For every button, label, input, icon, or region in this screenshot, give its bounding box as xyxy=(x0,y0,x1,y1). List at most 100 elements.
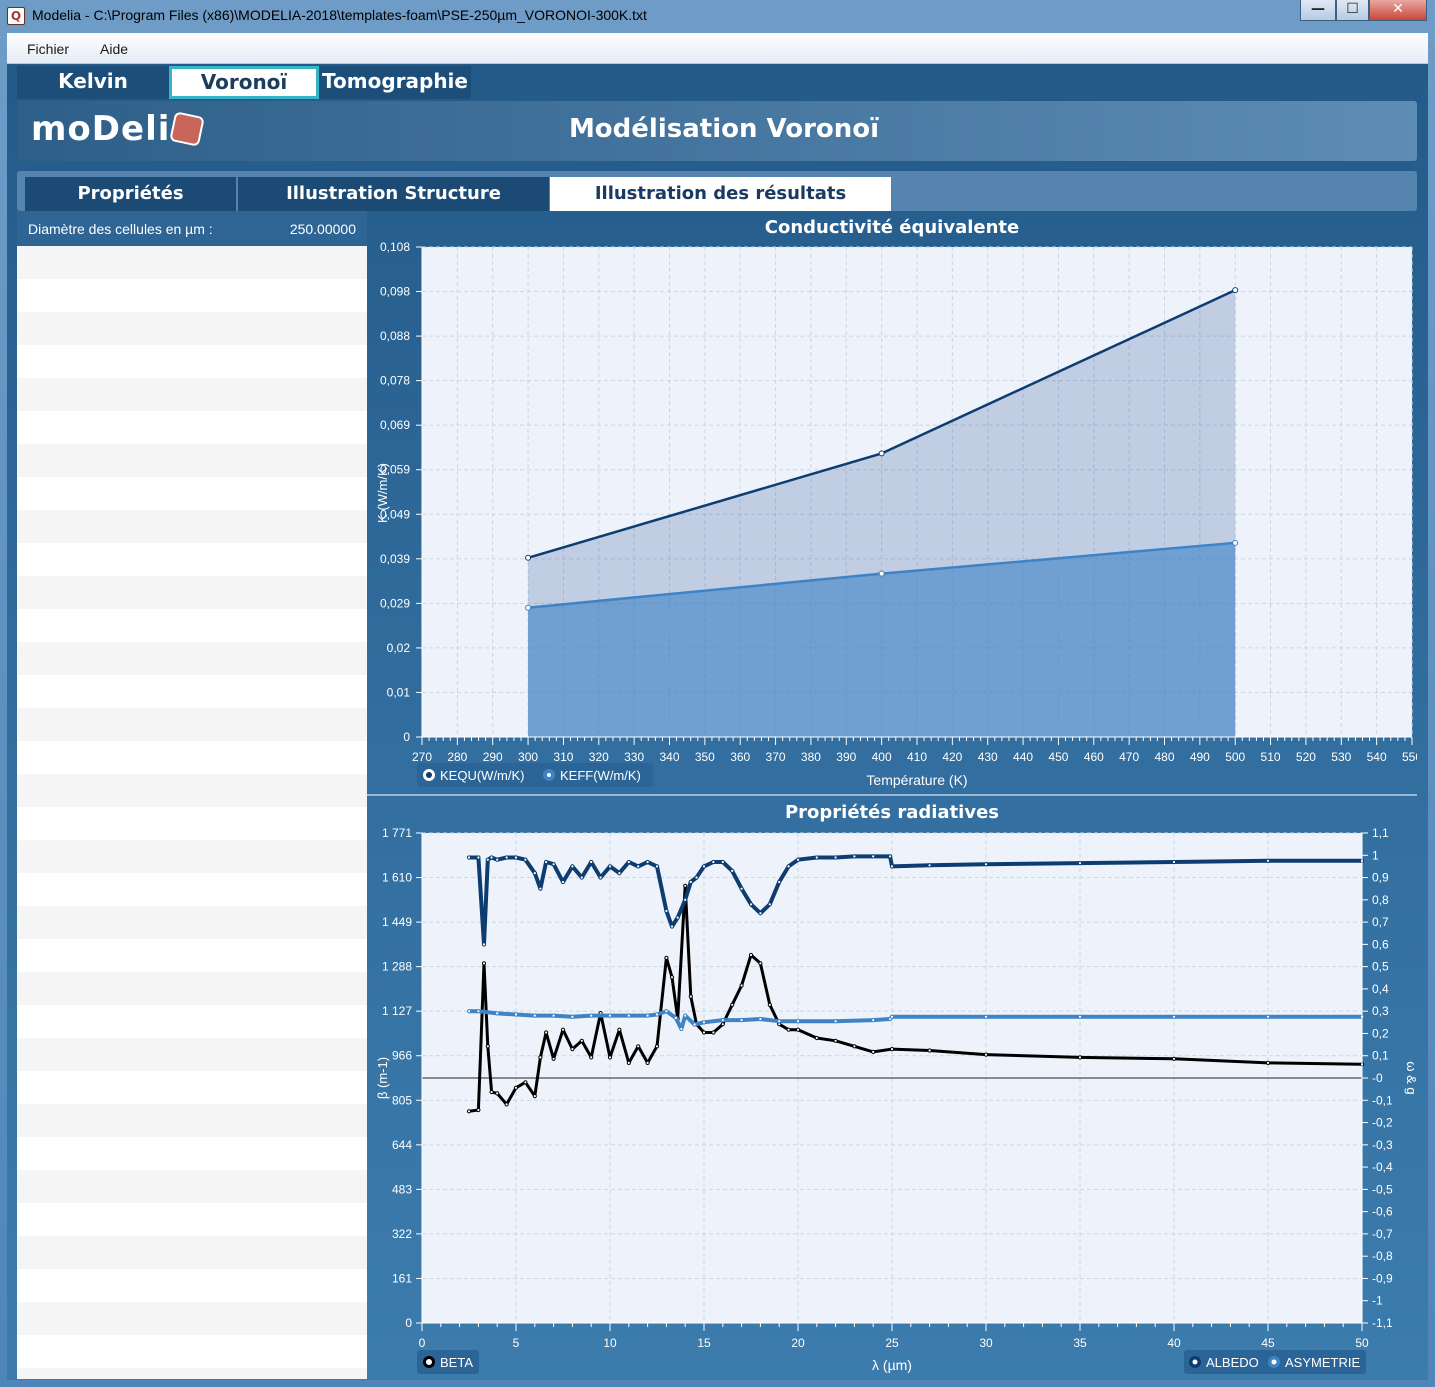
radiative-y-left-tick-label: 1 288 xyxy=(382,960,412,974)
radiative-point-beta xyxy=(495,1091,500,1096)
radiative-point-beta xyxy=(481,961,487,966)
tab-voronoi[interactable]: Voronoï xyxy=(169,66,319,99)
property-row[interactable]: Diamètre des cellules en µm : 250.00000 xyxy=(17,211,367,246)
radiative-point-albedo xyxy=(833,855,838,860)
radiative-y-right-tick-label: 0,7 xyxy=(1372,915,1389,929)
radiative-point-albedo xyxy=(795,857,801,862)
conductivity-x-tick-label: 480 xyxy=(1154,750,1174,764)
radiative-point-asymetrie xyxy=(1265,1014,1271,1019)
legend-kequ[interactable]: KEQU(W/m/K) xyxy=(440,768,525,783)
tab-tomographie[interactable]: Tomographie xyxy=(319,66,471,99)
legend-beta[interactable]: BETA xyxy=(440,1355,473,1370)
radiative-point-albedo xyxy=(513,855,519,860)
property-empty-row xyxy=(17,906,367,939)
property-value[interactable]: 250.00000 xyxy=(290,221,356,237)
radiative-point-albedo xyxy=(551,862,556,867)
radiative-point-asymetrie xyxy=(701,1020,707,1025)
radiative-point-beta xyxy=(560,1027,566,1032)
radiative-point-albedo xyxy=(476,855,481,860)
radiative-point-albedo xyxy=(664,908,669,914)
tab-kelvin[interactable]: Kelvin xyxy=(17,66,169,99)
close-button[interactable]: ✕ xyxy=(1369,0,1427,21)
tab-illustration-resultats[interactable]: Illustration des résultats xyxy=(550,177,891,211)
radiative-point-beta xyxy=(538,1055,543,1060)
radiative-point-albedo xyxy=(570,864,575,869)
radiative-point-beta xyxy=(544,1030,549,1035)
conductivity-x-tick-label: 490 xyxy=(1190,750,1210,764)
radiative-point-beta xyxy=(814,1035,819,1041)
radiative-y-right-tick-label: -0,8 xyxy=(1372,1249,1393,1263)
radiative-point-albedo xyxy=(504,855,509,860)
title-bar[interactable]: Q Modelia - C:\Program Files (x86)\MODEL… xyxy=(0,0,1435,32)
radiative-point-asymetrie xyxy=(795,1019,801,1024)
property-empty-row xyxy=(17,345,367,378)
legend-asymetrie-dot xyxy=(1271,1359,1277,1365)
radiative-point-beta xyxy=(669,975,675,980)
radiative-point-albedo xyxy=(814,855,819,860)
property-empty-row xyxy=(17,1236,367,1269)
conductivity-y-tick-label: 0,02 xyxy=(387,641,411,655)
radiative-point-beta xyxy=(504,1102,509,1107)
radiative-y-right-tick-label: 0,5 xyxy=(1372,960,1389,974)
radiative-point-asymetrie xyxy=(664,1009,669,1014)
conductivity-y-tick-label: 0,029 xyxy=(380,596,410,610)
radiative-point-beta xyxy=(1077,1055,1083,1060)
radiative-point-asymetrie xyxy=(645,1013,650,1018)
radiative-y-left-tick-label: 161 xyxy=(392,1271,412,1285)
property-empty-row xyxy=(17,279,367,312)
radiative-point-beta xyxy=(476,1107,481,1113)
property-empty-row xyxy=(17,1368,367,1379)
radiative-point-albedo xyxy=(626,859,631,865)
radiative-point-albedo xyxy=(675,915,680,920)
radiative-point-albedo xyxy=(871,854,876,859)
radiative-y-left-tick-label: 966 xyxy=(392,1049,412,1063)
conductivity-x-tick-label: 290 xyxy=(483,750,503,764)
conductivity-x-tick-label: 540 xyxy=(1367,750,1387,764)
radiative-point-albedo xyxy=(748,902,754,907)
radiative-y-right-tick-label: -0,6 xyxy=(1372,1205,1393,1219)
radiative-y-left-tick-label: 805 xyxy=(392,1093,412,1107)
tab-proprietes[interactable]: Propriétés xyxy=(25,177,236,211)
radiative-point-asymetrie xyxy=(871,1018,876,1023)
app-window: Q Modelia - C:\Program Files (x86)\MODEL… xyxy=(0,0,1435,1387)
legend-keff[interactable]: KEFF(W/m/K) xyxy=(560,768,641,783)
radiative-point-albedo xyxy=(767,902,772,907)
tab-illustration-structure[interactable]: Illustration Structure xyxy=(238,177,549,211)
radiative-point-beta xyxy=(795,1027,801,1032)
radiative-point-beta xyxy=(617,1027,622,1032)
property-list xyxy=(17,246,367,1379)
radiative-point-albedo xyxy=(617,871,622,876)
radiative-point-beta xyxy=(1265,1060,1271,1066)
sub-tab-bar: Propriétés Illustration Structure Illust… xyxy=(17,171,1417,211)
conductivity-y-tick-label: 0 xyxy=(403,730,410,744)
legend-asymetrie[interactable]: ASYMETRIE xyxy=(1285,1355,1360,1370)
property-label: Diamètre des cellules en µm : xyxy=(28,220,213,237)
conductivity-y-tick-label: 0,039 xyxy=(380,552,410,566)
conductivity-x-label: Température (K) xyxy=(866,772,967,788)
radiative-point-albedo xyxy=(758,911,763,916)
conductivity-x-tick-label: 360 xyxy=(730,750,750,764)
radiative-point-albedo xyxy=(1171,859,1177,865)
radiative-x-tick-label: 10 xyxy=(603,1336,617,1350)
menu-aide[interactable]: Aide xyxy=(100,41,128,57)
radiative-point-albedo xyxy=(711,859,716,865)
conductivity-x-tick-label: 470 xyxy=(1119,750,1139,764)
property-empty-row xyxy=(17,609,367,642)
radiative-point-asymetrie xyxy=(889,1014,895,1019)
radiative-point-beta xyxy=(551,1056,556,1061)
legend-albedo[interactable]: ALBEDO xyxy=(1206,1355,1259,1370)
conductivity-x-tick-label: 330 xyxy=(624,750,644,764)
radiative-y-right-tick-label: 0,3 xyxy=(1372,1004,1389,1018)
menu-fichier[interactable]: Fichier xyxy=(27,41,69,57)
maximize-button[interactable]: ☐ xyxy=(1336,0,1369,21)
radiative-point-asymetrie xyxy=(532,1013,537,1018)
property-empty-row xyxy=(17,477,367,510)
radiative-point-albedo xyxy=(701,864,707,869)
conductivity-x-tick-label: 550 xyxy=(1402,750,1417,764)
radiative-point-beta xyxy=(767,1002,772,1007)
radiative-point-asymetrie xyxy=(777,1019,782,1024)
conductivity-x-tick-label: 310 xyxy=(553,750,573,764)
conductivity-x-tick-label: 270 xyxy=(412,750,432,764)
radiative-y-left-tick-label: 1 771 xyxy=(382,826,412,840)
minimize-button[interactable]: — xyxy=(1300,0,1336,21)
